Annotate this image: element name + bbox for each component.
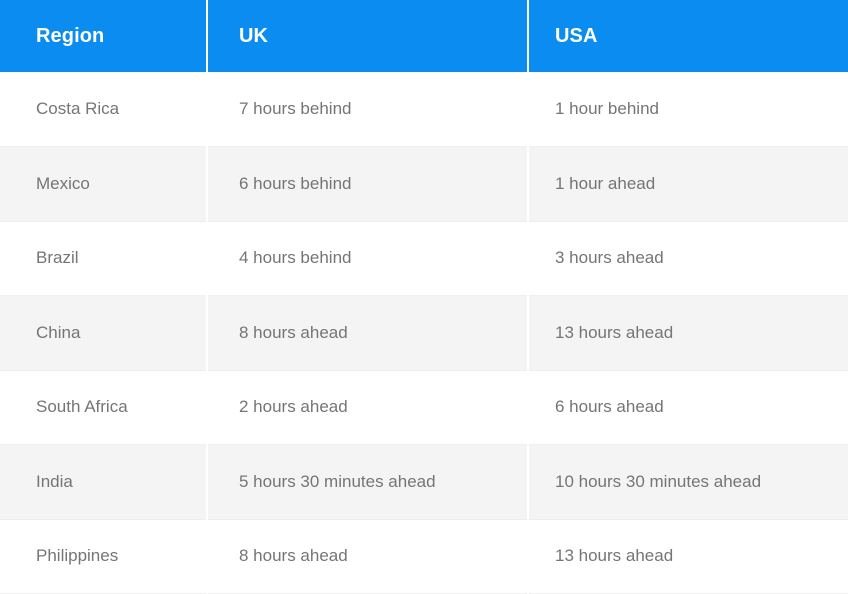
cell-usa-offset: 10 hours 30 minutes ahead <box>528 444 848 520</box>
table-row: India 5 hours 30 minutes ahead 10 hours … <box>0 444 848 520</box>
table-row: South Africa 2 hours ahead 6 hours ahead <box>0 370 848 445</box>
cell-usa-offset: 1 hour ahead <box>528 146 848 222</box>
cell-region: China <box>0 295 208 371</box>
table-row: Brazil 4 hours behind 3 hours ahead <box>0 221 848 296</box>
table-row: Costa Rica 7 hours behind 1 hour behind <box>0 72 848 147</box>
table-body: Costa Rica 7 hours behind 1 hour behind … <box>0 72 848 594</box>
cell-region: Brazil <box>0 221 208 296</box>
cell-uk-offset: 8 hours ahead <box>207 519 529 594</box>
cell-region: Costa Rica <box>0 72 208 147</box>
cell-usa-offset: 1 hour behind <box>528 72 848 147</box>
cell-uk-offset: 8 hours ahead <box>207 295 529 371</box>
cell-region: Philippines <box>0 519 208 594</box>
cell-usa-offset: 13 hours ahead <box>528 295 848 371</box>
column-header-region[interactable]: Region <box>0 0 208 72</box>
cell-region: India <box>0 444 208 520</box>
cell-usa-offset: 3 hours ahead <box>528 221 848 296</box>
cell-usa-offset: 13 hours ahead <box>528 519 848 594</box>
table-header: Region UK USA <box>0 0 848 72</box>
table-row: Philippines 8 hours ahead 13 hours ahead <box>0 519 848 594</box>
cell-uk-offset: 7 hours behind <box>207 72 529 147</box>
timezone-offset-table: Region UK USA Costa Rica 7 hours behind … <box>0 0 848 594</box>
cell-uk-offset: 4 hours behind <box>207 221 529 296</box>
cell-uk-offset: 5 hours 30 minutes ahead <box>207 444 529 520</box>
cell-uk-offset: 6 hours behind <box>207 146 529 222</box>
column-header-usa[interactable]: USA <box>528 0 848 72</box>
column-header-uk[interactable]: UK <box>207 0 529 72</box>
table-row: Mexico 6 hours behind 1 hour ahead <box>0 146 848 222</box>
timezone-offset-table-container: Region UK USA Costa Rica 7 hours behind … <box>0 0 848 594</box>
cell-region: Mexico <box>0 146 208 222</box>
cell-usa-offset: 6 hours ahead <box>528 370 848 445</box>
table-header-row: Region UK USA <box>0 0 848 72</box>
table-row: China 8 hours ahead 13 hours ahead <box>0 295 848 371</box>
cell-uk-offset: 2 hours ahead <box>207 370 529 445</box>
cell-region: South Africa <box>0 370 208 445</box>
